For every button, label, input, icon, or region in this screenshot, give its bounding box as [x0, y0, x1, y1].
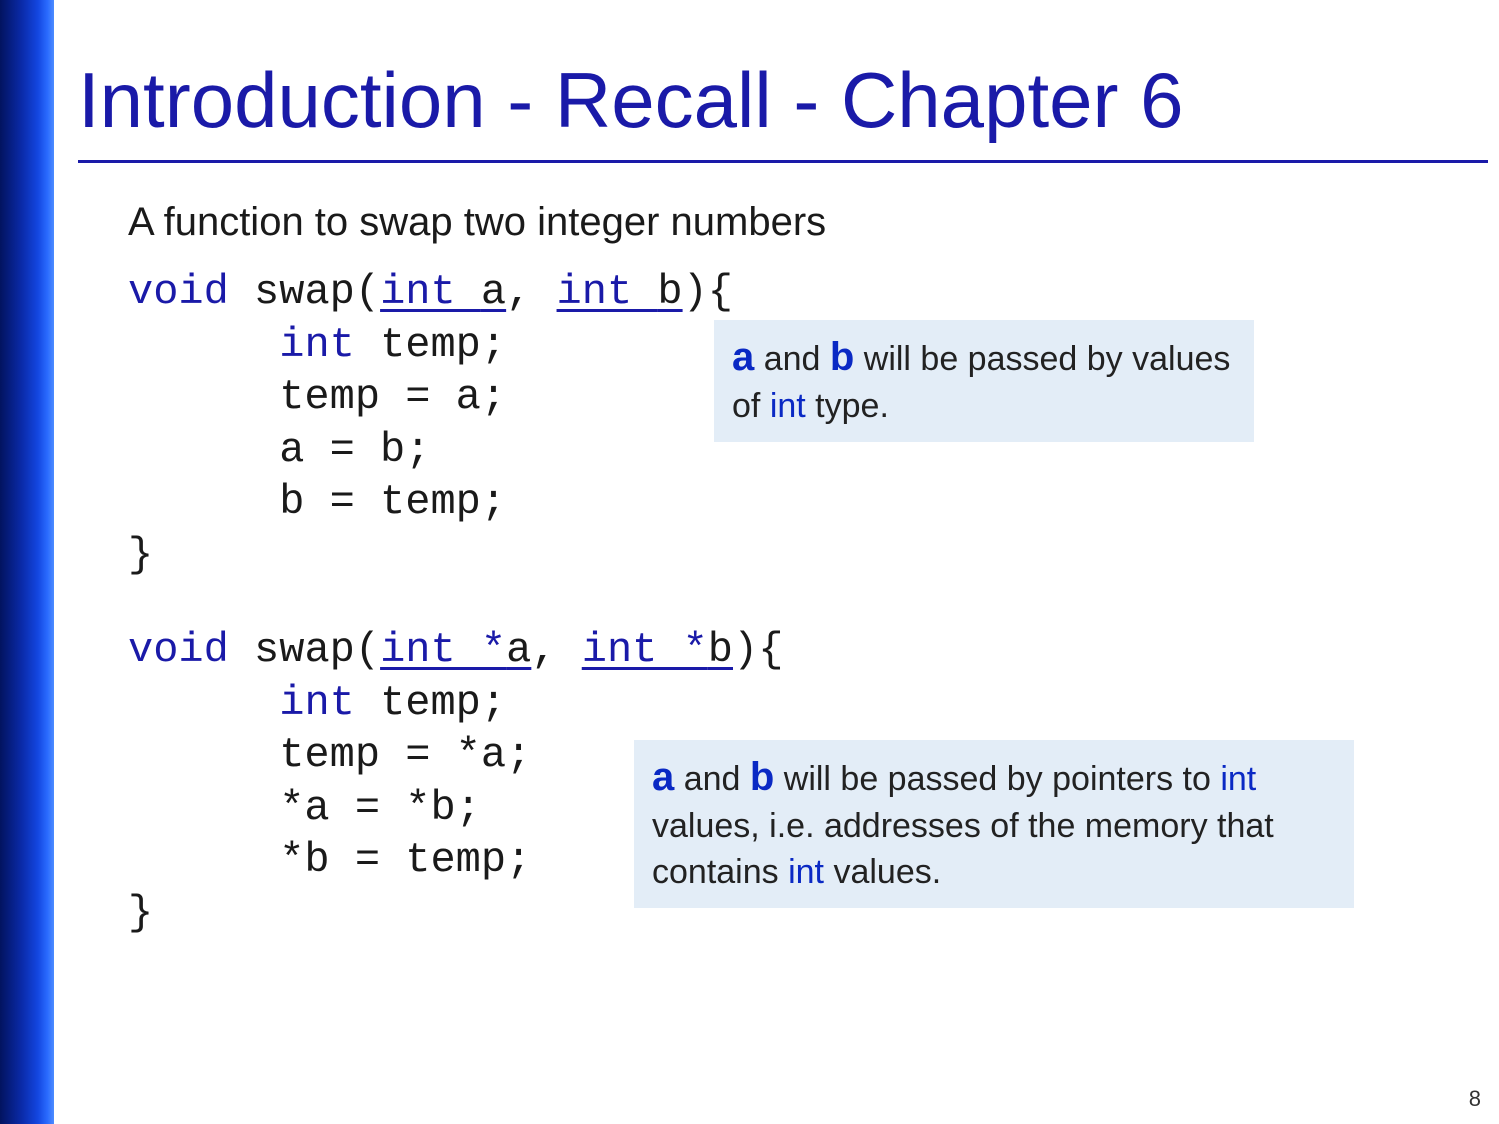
callout-var-b: b — [750, 755, 774, 799]
slide-content: Introduction - Recall - Chapter 6 A func… — [54, 0, 1499, 1124]
param-var-b: b — [657, 268, 682, 316]
code-text: ){ — [733, 626, 783, 674]
side-accent-bar — [0, 0, 54, 1124]
param-type-intptr-b: int * — [582, 626, 708, 674]
code-line: *b = temp; — [128, 836, 531, 884]
param-var-a: a — [481, 268, 506, 316]
callout-text: and — [674, 760, 750, 798]
callout-var-a: a — [652, 755, 674, 799]
code-line: *a = *b; — [128, 784, 481, 832]
code-line: } — [128, 889, 153, 937]
code-text: , — [531, 626, 581, 674]
callout-text: will be passed by pointers to — [774, 760, 1220, 798]
code-text: swap( — [254, 626, 380, 674]
callout-keyword-int: int — [770, 387, 806, 425]
page-number: 8 — [1469, 1086, 1481, 1112]
code-text: swap( — [254, 268, 380, 316]
callout-keyword-int: int — [788, 853, 824, 891]
callout-pass-by-value: a and b will be passed by values of int … — [714, 320, 1254, 442]
callout-text: values, i.e. addresses of the memory tha… — [652, 807, 1274, 891]
code-line: a = b; — [128, 426, 430, 474]
code-block-swap-by-value: void swap(int a, int b){ int temp; temp … — [128, 266, 733, 581]
code-line: b = temp; — [128, 478, 506, 526]
slide-title: Introduction - Recall - Chapter 6 — [78, 55, 1184, 146]
param-var-a: a — [506, 626, 531, 674]
slide-subtitle: A function to swap two integer numbers — [128, 200, 826, 245]
callout-text: type. — [806, 387, 889, 425]
param-type-int-b: int — [557, 268, 658, 316]
code-line: temp = a; — [128, 373, 506, 421]
code-text: ){ — [683, 268, 733, 316]
callout-var-b: b — [830, 335, 854, 379]
keyword-int: int — [279, 679, 355, 727]
keyword-void: void — [128, 626, 229, 674]
param-type-intptr-a: int * — [380, 626, 506, 674]
code-line: } — [128, 531, 153, 579]
keyword-int: int — [279, 321, 355, 369]
code-text: temp; — [355, 679, 506, 727]
keyword-void: void — [128, 268, 229, 316]
code-text: , — [506, 268, 556, 316]
callout-text: values. — [824, 853, 941, 891]
param-var-b: b — [708, 626, 733, 674]
callout-pass-by-pointer: a and b will be passed by pointers to in… — [634, 740, 1354, 908]
callout-var-a: a — [732, 335, 754, 379]
callout-text: and — [754, 340, 830, 378]
code-line: temp = *a; — [128, 731, 531, 779]
param-type-int-a: int — [380, 268, 481, 316]
callout-keyword-int: int — [1220, 760, 1256, 798]
code-text: temp; — [355, 321, 506, 369]
title-underline — [78, 160, 1488, 163]
